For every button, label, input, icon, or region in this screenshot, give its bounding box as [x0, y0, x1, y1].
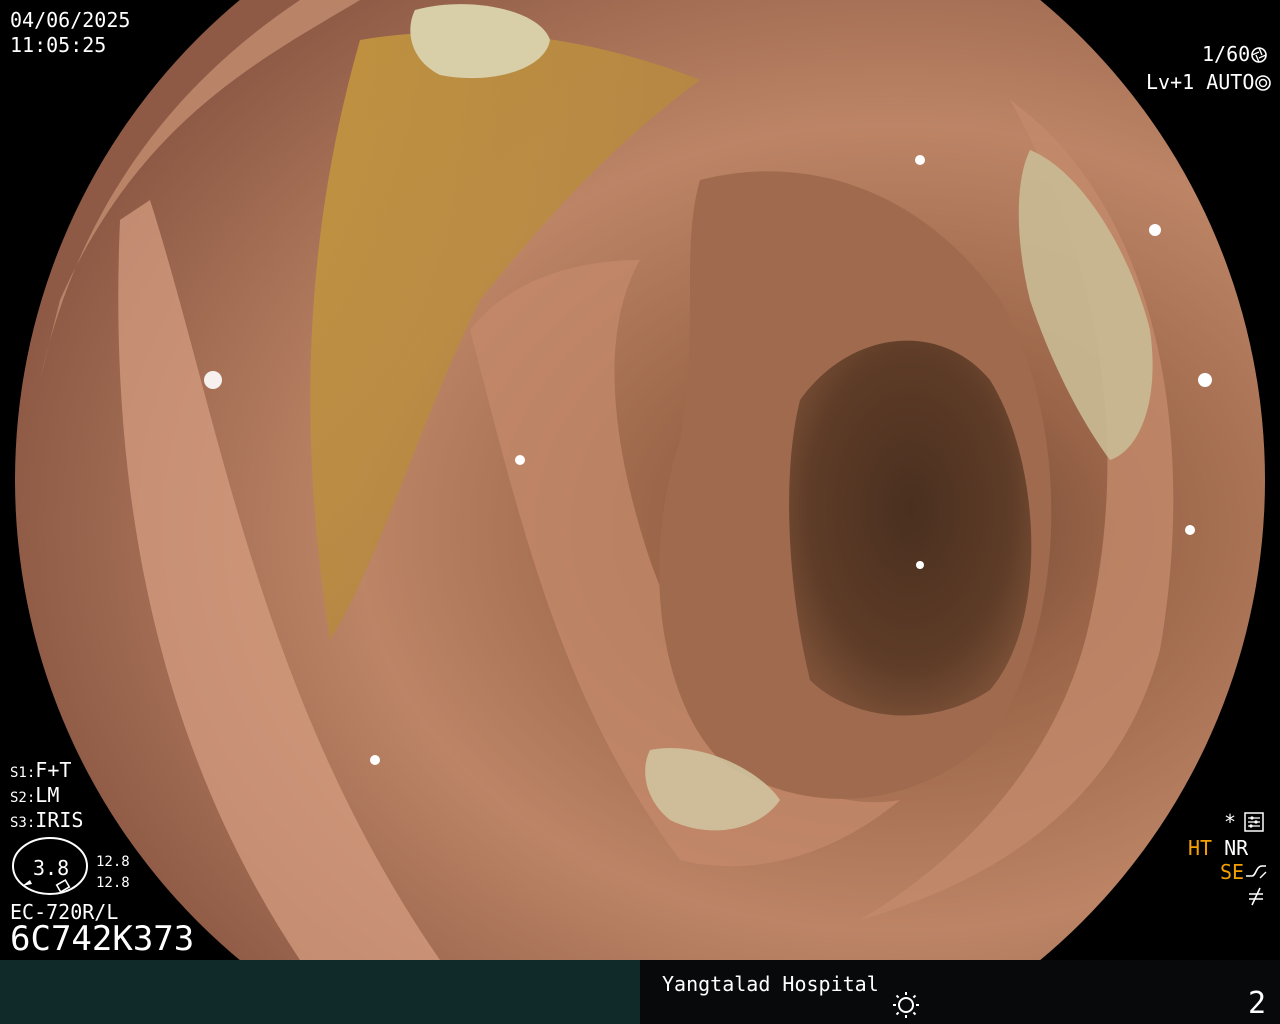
- ht-nr-status: HT NR: [1188, 836, 1248, 860]
- aperture-icon: [1250, 45, 1268, 63]
- s1-value: F+T: [35, 758, 72, 782]
- hospital-name: Yangtalad Hospital: [662, 972, 879, 996]
- not-equal-icon: [1249, 887, 1263, 906]
- se-status: SE: [1220, 860, 1244, 884]
- sun-icon: [893, 992, 919, 1018]
- gauge-value: 3.8: [33, 856, 70, 880]
- mode-star: *: [1224, 810, 1237, 834]
- s3-label: S3:: [10, 815, 36, 831]
- level-readout: Lv+1 AUTO: [1146, 70, 1272, 94]
- s2-setting: S2:LM: [10, 783, 59, 810]
- footer-right-panel: Yangtalad Hospital 2: [640, 960, 1280, 1024]
- gauge-bottom-value: 12.8: [96, 875, 130, 891]
- iris-icon: [1254, 73, 1272, 91]
- nr-indicator: NR: [1224, 836, 1249, 860]
- date-label: 04/06/2025: [10, 8, 131, 32]
- s1-label: S1:: [10, 765, 36, 781]
- settings-icon: [1244, 812, 1264, 832]
- image-number: 2: [1248, 986, 1267, 1021]
- curve-icon: [1246, 865, 1267, 879]
- endoscopy-image: [0, 0, 1280, 960]
- auto-value: AUTO: [1206, 70, 1255, 94]
- shutter-speed: 1/60: [1202, 42, 1268, 66]
- serial-number: 6C742K373: [10, 919, 195, 959]
- se-indicator: SE: [1220, 860, 1245, 884]
- s3-setting: S3:IRIS: [10, 808, 83, 835]
- s1-setting: S1:F+T: [10, 758, 71, 785]
- s2-value: LM: [35, 783, 60, 807]
- s2-label: S2:: [10, 790, 36, 806]
- s3-value: IRIS: [35, 808, 84, 832]
- level-value: Lv+1: [1146, 70, 1195, 94]
- shutter-value: 1/60: [1202, 42, 1251, 66]
- ht-indicator: HT: [1188, 836, 1213, 860]
- time-label: 11:05:25: [10, 33, 107, 57]
- footer-left-panel: [0, 960, 640, 1024]
